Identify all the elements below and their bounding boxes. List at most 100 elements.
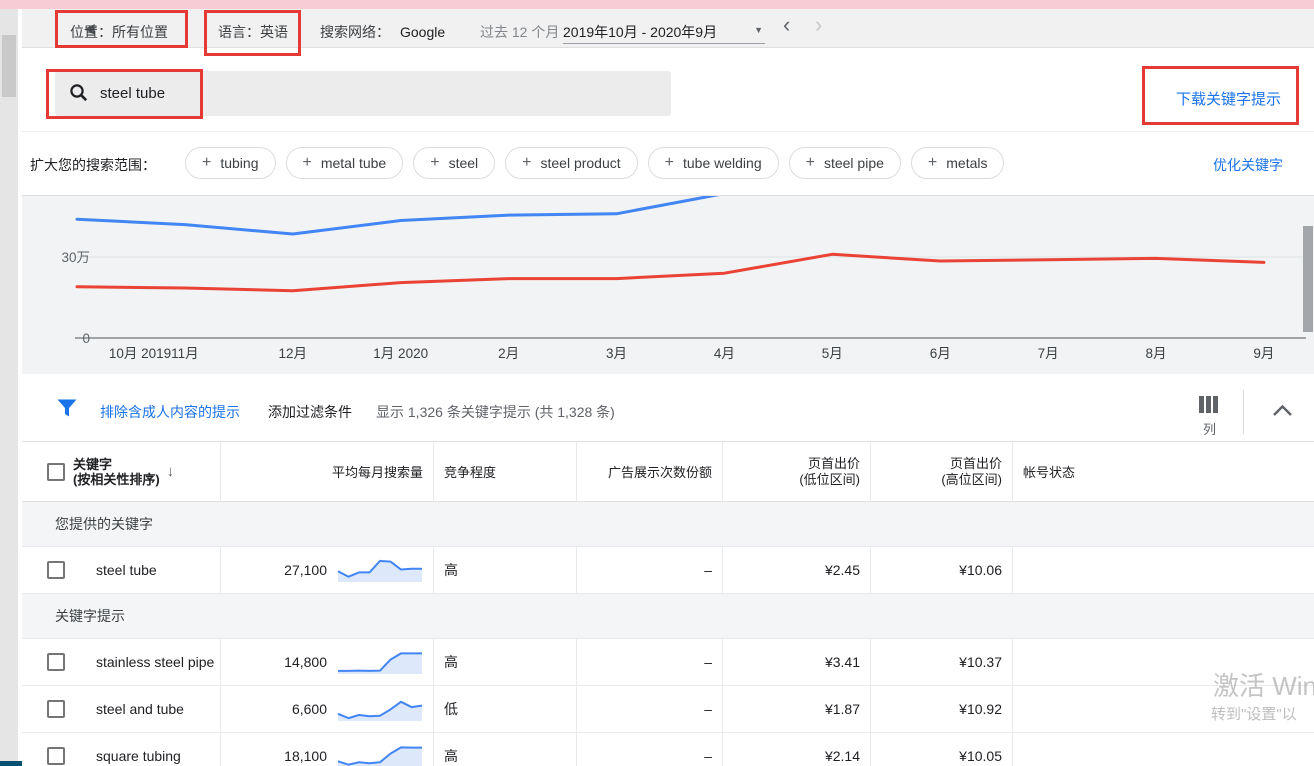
chip-label: tube welding — [683, 155, 762, 171]
add-filter-button[interactable]: 添加过滤条件 — [268, 402, 352, 422]
date-range-preset-label: 过去 12 个月 — [480, 22, 559, 42]
language-setting[interactable]: 语言：英语 — [218, 22, 288, 42]
expand-keyword-chip[interactable]: +steel — [413, 147, 495, 179]
trend-line-series-red — [77, 254, 1264, 290]
exclude-adult-content-link[interactable]: 排除含成人内容的提示 — [100, 402, 240, 422]
chip-label: steel pipe — [824, 155, 884, 171]
download-keyword-ideas-link[interactable]: 下载关键字提示 — [1176, 88, 1281, 109]
columns-label: 列 — [1203, 419, 1216, 438]
top-bid-high-value: ¥10.05 — [959, 748, 1002, 764]
trend-line-series-blue — [77, 196, 1264, 234]
top-bid-low-value: ¥2.45 — [825, 562, 860, 578]
keyword-cell: steel and tube — [22, 686, 220, 732]
divider — [1243, 390, 1244, 434]
expand-keyword-chip[interactable]: + metals — [911, 147, 1005, 179]
search-volume-value: 18,100 — [284, 748, 327, 764]
left-scrollbar-thumb[interactable] — [2, 35, 16, 97]
chip-label: metals — [946, 155, 987, 171]
x-axis-tick-label: 10月 2019 — [109, 346, 171, 361]
table-row[interactable]: square tubing18,100高–¥2.14¥10.05 — [22, 733, 1314, 766]
next-period-icon: › — [815, 15, 822, 35]
date-range-dropdown[interactable]: 2019年10月 - 2020年9月 ▼ — [563, 14, 765, 44]
header-line2: (高位区间) — [941, 472, 1002, 488]
sort-descending-icon[interactable]: ↓ — [167, 463, 175, 480]
expand-keyword-chip[interactable]: + steel product — [505, 147, 638, 179]
columns-icon[interactable] — [1199, 396, 1219, 413]
table-row[interactable]: steel and tube6,600低–¥1.87¥10.92 — [22, 686, 1314, 733]
column-header-1[interactable]: 关键字(按相关性排序)↓ — [22, 442, 220, 501]
refine-keywords-link[interactable]: 优化关键字 — [1213, 155, 1283, 175]
top-pink-strip — [0, 0, 1314, 9]
competition-cell: 高 — [433, 733, 576, 766]
column-header-7[interactable]: 帐号状态 — [1012, 442, 1314, 501]
search-network-setting[interactable]: 搜索网络：Google — [320, 22, 445, 42]
date-range-value: 2019年10月 - 2020年9月 — [563, 22, 717, 42]
ad-impression-share-value: – — [704, 654, 712, 670]
table-row[interactable]: stainless steel pipe14,800高–¥3.41¥10.37 — [22, 639, 1314, 686]
y-axis-tick-label: 30万 — [61, 250, 90, 265]
x-axis-tick-label: 8月 — [1145, 346, 1166, 361]
competition-value: 高 — [444, 652, 458, 672]
x-axis-tick-label: 6月 — [930, 346, 951, 361]
expand-keyword-chip[interactable]: +steel pipe — [789, 147, 901, 179]
top-bid-low-cell: ¥3.41 — [722, 639, 870, 685]
table-row[interactable]: steel tube27,100高–¥2.45¥10.06 — [22, 547, 1314, 594]
results-count-text: 显示 1,326 条关键字提示 (共 1,328 条) — [376, 402, 615, 422]
header-line1: 页首出价 — [799, 456, 860, 472]
account-status-cell — [1012, 733, 1314, 766]
section-label: 您提供的关键字 — [55, 514, 153, 534]
expand-keyword-chip[interactable]: +metal tube — [286, 147, 404, 179]
header-line1: 页首出价 — [941, 456, 1002, 472]
header-label: 竞争程度 — [444, 462, 496, 481]
top-bid-low-cell: ¥2.14 — [722, 733, 870, 766]
ad-impression-share-cell: – — [576, 686, 722, 732]
broaden-search-label: 扩大您的搜索范围： — [30, 155, 156, 175]
top-bid-low-value: ¥1.87 — [825, 701, 860, 717]
chip-label: metal tube — [321, 155, 386, 171]
top-bid-high-value: ¥10.37 — [959, 654, 1002, 670]
x-axis-tick-label: 11月 — [171, 346, 199, 361]
column-header-3[interactable]: 竞争程度 — [433, 442, 576, 501]
avg-monthly-searches-cell: 18,100 — [220, 733, 433, 766]
chevron-up-icon[interactable] — [1272, 404, 1293, 417]
column-header-4[interactable]: 广告展示次数份额 — [576, 442, 722, 501]
header-label: 广告展示次数份额 — [608, 462, 712, 481]
keyword-text: steel tube — [96, 562, 157, 578]
column-header-2[interactable]: 平均每月搜索量 — [220, 442, 433, 501]
header-line1: 关键字 — [73, 457, 160, 472]
keyword-cell: steel tube — [22, 547, 220, 593]
search-volume-value: 27,100 — [284, 562, 327, 578]
vertical-scrollbar-thumb[interactable] — [1303, 226, 1313, 332]
plus-icon: + — [202, 154, 211, 172]
ad-impression-share-value: – — [704, 562, 712, 578]
table-header-row: 关键字(按相关性排序)↓平均每月搜索量竞争程度 广告展示次数份额页首出价(低位区间… — [22, 441, 1314, 502]
windows-activation-watermark-line2: 转到"设置"以 — [1211, 703, 1297, 724]
expand-keyword-chip[interactable]: + tubing — [185, 147, 276, 179]
column-header-6[interactable]: 页首出价(高位区间) — [870, 442, 1012, 501]
row-checkbox[interactable] — [47, 561, 65, 579]
row-checkbox[interactable] — [47, 747, 65, 765]
keyword-ideas-table: 关键字(按相关性排序)↓平均每月搜索量竞争程度 广告展示次数份额页首出价(低位区间… — [22, 441, 1314, 766]
expand-keyword-chip[interactable]: +tube welding — [648, 147, 779, 179]
location-setting[interactable]: 位置：所有位置 — [70, 22, 168, 42]
competition-value: 高 — [444, 746, 458, 766]
competition-cell: 高 — [433, 639, 576, 685]
row-checkbox[interactable] — [47, 653, 65, 671]
table-section-header: 您提供的关键字 — [22, 502, 1314, 547]
x-axis-tick-label: 9月 — [1253, 346, 1274, 361]
row-checkbox[interactable] — [47, 700, 65, 718]
network-label: 搜索网络： — [320, 24, 390, 40]
filter-funnel-icon[interactable] — [57, 399, 77, 417]
x-axis-tick-label: 3月 — [606, 346, 627, 361]
plus-icon: + — [928, 154, 937, 172]
plus-icon: + — [522, 154, 531, 172]
previous-period-icon[interactable]: ‹ — [783, 15, 790, 35]
chip-label: steel — [449, 155, 479, 171]
chip-label: tubing — [220, 155, 258, 171]
column-header-5[interactable]: 页首出价(低位区间) — [722, 442, 870, 501]
x-axis-tick-label: 7月 — [1038, 346, 1059, 361]
keyword-text: square tubing — [96, 748, 181, 764]
top-bid-high-cell: ¥10.92 — [870, 686, 1012, 732]
chip-label: steel product — [540, 155, 620, 171]
select-all-checkbox[interactable] — [47, 463, 65, 481]
